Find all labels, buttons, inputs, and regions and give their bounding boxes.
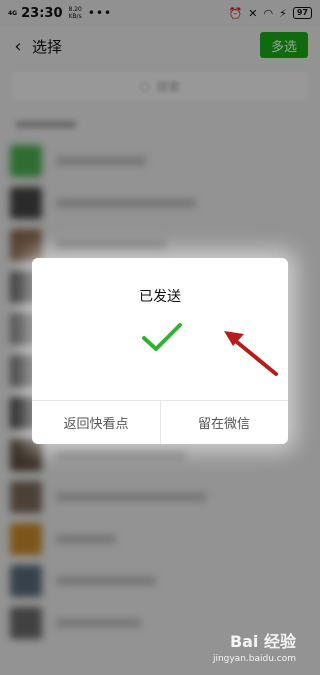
red-arrow-icon [224, 331, 278, 376]
stay-in-wechat-button[interactable]: 留在微信 [160, 400, 288, 444]
back-to-app-button[interactable]: 返回快看点 [32, 400, 160, 444]
baidu-watermark: Bai 经验 jingyan.baidu.com [213, 628, 296, 664]
watermark-url: jingyan.baidu.com [212, 654, 296, 664]
watermark-brand: Bai 经验 [229, 632, 296, 651]
checkmark-icon [142, 323, 182, 351]
dialog-title: 已发送 [139, 289, 181, 305]
